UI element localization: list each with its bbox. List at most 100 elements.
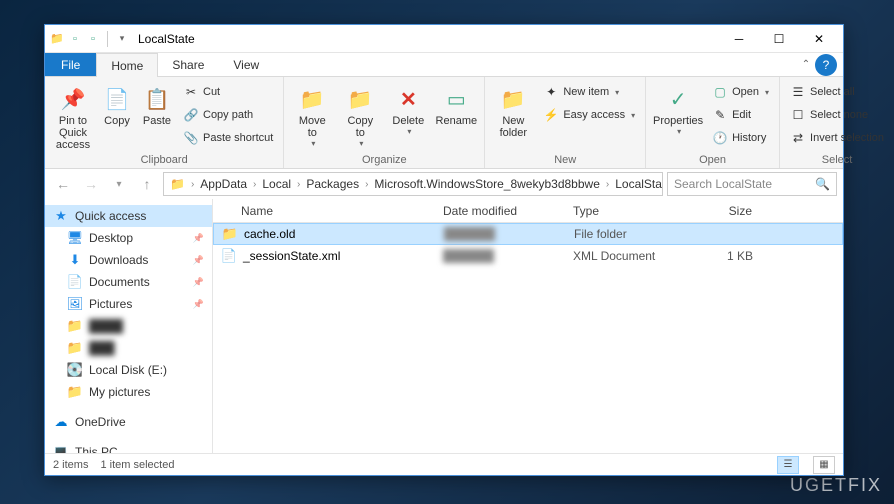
drive-icon: 💽 <box>67 362 83 378</box>
minimize-ribbon-button[interactable]: ⌃ <box>797 53 815 76</box>
easy-access-button[interactable]: ⚡Easy access▾ <box>539 104 639 126</box>
qat-customize-icon[interactable]: ▾ <box>114 31 130 47</box>
status-item-count: 2 items <box>53 459 88 471</box>
properties-button[interactable]: ✓Properties▾ <box>652 81 704 136</box>
address-bar[interactable]: 📁 › AppData › Local › Packages › Microso… <box>163 172 663 196</box>
sidebar-item-quick-access[interactable]: ★Quick access <box>45 205 212 227</box>
chevron-right-icon[interactable]: › <box>604 179 611 190</box>
tab-file[interactable]: File <box>45 53 96 76</box>
documents-icon: 📄 <box>67 274 83 290</box>
crumb-localstate[interactable]: LocalState <box>611 177 663 191</box>
invert-icon: ⇄ <box>790 130 806 146</box>
folder-icon: 📁 <box>67 384 83 400</box>
forward-button[interactable]: → <box>79 172 103 196</box>
file-list[interactable]: 📁cache.old ██████ File folder 📄_sessionS… <box>213 223 843 453</box>
crumb-root-icon[interactable]: 📁 <box>166 177 189 191</box>
tab-view[interactable]: View <box>219 53 274 76</box>
file-date: ██████ <box>433 249 563 263</box>
copy-path-button[interactable]: 🔗Copy path <box>179 104 277 126</box>
crumb-local[interactable]: Local <box>258 177 295 191</box>
chevron-right-icon[interactable]: › <box>189 179 196 190</box>
up-button[interactable]: ↑ <box>135 172 159 196</box>
sidebar-item-local-disk[interactable]: 💽Local Disk (E:) <box>45 359 212 381</box>
pin-quick-access-button[interactable]: 📌 Pin to Quick access <box>51 81 95 151</box>
copy-to-icon: 📁 <box>346 85 374 113</box>
qat-properties-icon[interactable]: ▫ <box>67 31 83 47</box>
paste-shortcut-button[interactable]: 📎Paste shortcut <box>179 127 277 149</box>
copy-icon: 📄 <box>103 85 131 113</box>
move-to-button[interactable]: 📁Move to▾ <box>290 81 334 148</box>
ribbon-group-select: ☰Select all ☐Select none ⇄Invert selecti… <box>780 77 894 168</box>
back-button[interactable]: ← <box>51 172 75 196</box>
cut-button[interactable]: ✂Cut <box>179 81 277 103</box>
sidebar-item-my-pictures[interactable]: 📁My pictures <box>45 381 212 403</box>
file-row-file[interactable]: 📄_sessionState.xml ██████ XML Document 1… <box>213 245 843 267</box>
paste-button[interactable]: 📋 Paste <box>139 81 175 127</box>
close-button[interactable]: ✕ <box>799 25 839 53</box>
chevron-right-icon[interactable]: › <box>251 179 258 190</box>
ribbon-group-organize: 📁Move to▾ 📁Copy to▾ ✕Delete▾ ▭Rename Org… <box>284 77 485 168</box>
new-item-button[interactable]: ✦New item▾ <box>539 81 639 103</box>
sidebar-item-pictures[interactable]: 🖼Pictures <box>45 293 212 315</box>
crumb-packages[interactable]: Packages <box>302 177 363 191</box>
column-name[interactable]: Name <box>213 204 433 218</box>
file-type: File folder <box>564 227 684 241</box>
delete-button[interactable]: ✕Delete▾ <box>386 81 430 136</box>
copy-to-button[interactable]: 📁Copy to▾ <box>338 81 382 148</box>
sidebar-item-pinned-folder[interactable]: 📁████ <box>45 315 212 337</box>
sidebar-item-desktop[interactable]: 🖥Desktop <box>45 227 212 249</box>
statusbar: 2 items 1 item selected ☰ ▦ <box>45 453 843 475</box>
qat-new-folder-icon[interactable]: ▫ <box>85 31 101 47</box>
thumbnails-view-button[interactable]: ▦ <box>813 456 835 474</box>
search-placeholder: Search LocalState <box>674 177 772 191</box>
select-all-button[interactable]: ☰Select all <box>786 81 888 103</box>
status-selection: 1 item selected <box>100 459 174 471</box>
chevron-right-icon[interactable]: › <box>363 179 370 190</box>
tab-share[interactable]: Share <box>158 53 219 76</box>
sidebar-item-pinned-folder[interactable]: 📁███ <box>45 337 212 359</box>
recent-locations-button[interactable]: ▾ <box>107 172 131 196</box>
sidebar-item-downloads[interactable]: ⬇Downloads <box>45 249 212 271</box>
explorer-window: 📁 ▫ ▫ ▾ LocalState ─ ☐ ✕ File Home Share… <box>44 24 844 476</box>
maximize-button[interactable]: ☐ <box>759 25 799 53</box>
details-view-button[interactable]: ☰ <box>777 456 799 474</box>
select-none-button[interactable]: ☐Select none <box>786 104 888 126</box>
minimize-button[interactable]: ─ <box>719 25 759 53</box>
chevron-right-icon[interactable]: › <box>295 179 302 190</box>
quick-access-toolbar: 📁 ▫ ▫ ▾ <box>49 31 130 47</box>
file-size: 1 KB <box>683 249 763 263</box>
sidebar-item-this-pc[interactable]: 💻This PC <box>45 441 212 453</box>
invert-selection-button[interactable]: ⇄Invert selection <box>786 127 888 149</box>
sidebar-item-onedrive[interactable]: ☁OneDrive <box>45 411 212 433</box>
cut-icon: ✂ <box>183 84 199 100</box>
help-icon[interactable]: ? <box>815 54 837 76</box>
edit-button[interactable]: ✎Edit <box>708 104 773 126</box>
file-row-folder[interactable]: 📁cache.old ██████ File folder <box>213 223 843 245</box>
history-button[interactable]: 🕐History <box>708 127 773 149</box>
delete-icon: ✕ <box>394 85 422 113</box>
easy-access-icon: ⚡ <box>543 107 559 123</box>
address-row: ← → ▾ ↑ 📁 › AppData › Local › Packages ›… <box>45 169 843 199</box>
crumb-store[interactable]: Microsoft.WindowsStore_8wekyb3d8bbwe <box>370 177 603 191</box>
open-button[interactable]: ▢Open▾ <box>708 81 773 103</box>
copy-button[interactable]: 📄 Copy <box>99 81 135 127</box>
ribbon-group-clipboard: 📌 Pin to Quick access 📄 Copy 📋 Paste ✂Cu… <box>45 77 284 168</box>
group-label-organize: Organize <box>290 152 478 166</box>
crumb-appdata[interactable]: AppData <box>196 177 251 191</box>
sidebar-item-documents[interactable]: 📄Documents <box>45 271 212 293</box>
tab-home[interactable]: Home <box>96 53 158 77</box>
onedrive-icon: ☁ <box>53 414 69 430</box>
column-date[interactable]: Date modified <box>433 204 563 218</box>
this-pc-icon: 💻 <box>53 444 69 453</box>
watermark: UGETFIX <box>790 475 882 496</box>
window-title: LocalState <box>138 32 195 46</box>
rename-button[interactable]: ▭Rename <box>434 81 478 127</box>
new-folder-button[interactable]: 📁New folder <box>491 81 535 139</box>
open-icon: ▢ <box>712 84 728 100</box>
content-area: ★Quick access 🖥Desktop ⬇Downloads 📄Docum… <box>45 199 843 453</box>
search-input[interactable]: Search LocalState 🔍 <box>667 172 837 196</box>
ribbon-group-new: 📁New folder ✦New item▾ ⚡Easy access▾ New <box>485 77 646 168</box>
column-type[interactable]: Type <box>563 204 683 218</box>
copy-path-icon: 🔗 <box>183 107 199 123</box>
column-size[interactable]: Size <box>683 204 763 218</box>
